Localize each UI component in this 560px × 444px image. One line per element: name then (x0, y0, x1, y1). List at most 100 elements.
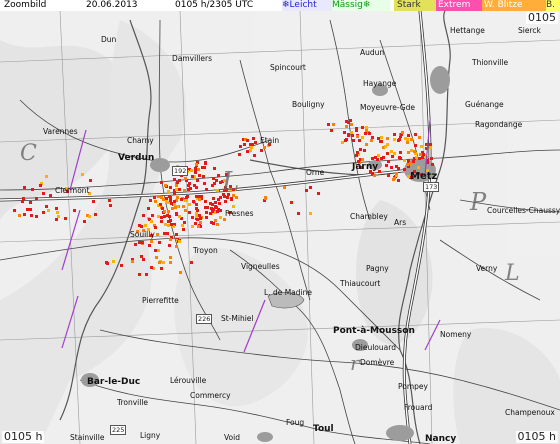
place-label: Varennes (43, 127, 78, 136)
strike-mark (401, 131, 404, 134)
strike-mark (249, 149, 252, 152)
time-stamp-bottom-left: 0105 h (2, 430, 45, 443)
strike-mark (138, 273, 141, 276)
strike-mark (195, 163, 198, 166)
strike-mark (178, 240, 181, 243)
strike-mark (201, 166, 204, 169)
strike-mark (163, 215, 166, 218)
place-label: Pompey (398, 382, 428, 391)
strike-mark (185, 199, 188, 202)
place-label: Guénange (465, 100, 504, 109)
strike-mark (176, 196, 179, 199)
strike-mark (361, 158, 364, 161)
strike-mark (358, 139, 361, 142)
strike-mark (407, 151, 410, 154)
strike-mark (355, 129, 358, 132)
road-number: 192 (172, 166, 189, 176)
strike-mark (169, 199, 172, 202)
strike-mark (181, 224, 184, 227)
strike-mark (199, 221, 202, 224)
strike-mark (290, 201, 293, 204)
strike-mark (430, 157, 433, 160)
strike-mark (178, 215, 181, 218)
place-label: Charny (127, 136, 154, 145)
strike-mark (363, 149, 366, 152)
strike-mark (414, 133, 417, 136)
strike-mark (417, 166, 420, 169)
strike-mark (386, 152, 389, 155)
strike-mark (142, 214, 145, 217)
place-label: Verdun (118, 153, 155, 163)
strike-mark (239, 145, 242, 148)
strike-mark (213, 167, 216, 170)
strike-mark (157, 195, 160, 198)
strike-mark (175, 212, 178, 215)
strike-mark (169, 256, 172, 259)
date-label: 20.06.2013 (86, 0, 138, 10)
strike-mark (327, 123, 330, 126)
strike-mark (150, 266, 153, 269)
strike-mark (169, 219, 172, 222)
strike-mark (134, 243, 137, 246)
strike-mark (392, 178, 395, 181)
strike-mark (49, 194, 52, 197)
strike-mark (205, 211, 208, 214)
strike-mark (198, 214, 201, 217)
strike-mark (173, 200, 176, 203)
strike-mark (182, 228, 185, 231)
road-number: 173 (423, 182, 440, 192)
strike-mark (13, 209, 16, 212)
place-label: Ars (394, 218, 407, 227)
strike-mark (160, 181, 163, 184)
strike-mark (165, 200, 168, 203)
strike-mark (343, 131, 346, 134)
place-label: Ragondange (475, 120, 523, 129)
strike-mark (154, 226, 157, 229)
strike-mark (182, 205, 185, 208)
strike-mark (419, 153, 422, 156)
strike-mark (195, 186, 198, 189)
strike-mark (350, 123, 353, 126)
road-number: 226 (196, 314, 213, 324)
strike-mark (45, 175, 48, 178)
snowflake-icon: ❄ (282, 0, 290, 10)
legend-stark: Stark (394, 0, 437, 11)
strike-mark (175, 245, 178, 248)
place-label: Fresnes (225, 209, 254, 218)
strike-mark (332, 123, 335, 126)
strike-mark (371, 157, 374, 160)
strike-mark (246, 150, 249, 153)
place-label: Courcelles-Chaussy (487, 206, 560, 215)
strike-mark (157, 215, 160, 218)
strike-mark (309, 212, 312, 215)
strike-mark (153, 196, 156, 199)
place-label: Chambley (350, 212, 388, 221)
strike-mark (390, 150, 393, 153)
strike-mark (403, 159, 406, 162)
strike-mark (365, 126, 368, 129)
strike-mark (429, 143, 432, 146)
strike-mark (204, 200, 207, 203)
strike-mark (190, 169, 193, 172)
place-label: Stainville (70, 433, 105, 442)
strike-mark (30, 214, 33, 217)
strike-mark (406, 141, 409, 144)
place-label: Metz (410, 171, 438, 182)
strike-mark (403, 168, 406, 171)
strike-mark (183, 221, 186, 224)
strike-mark (370, 139, 373, 142)
place-label: Damvillers (172, 54, 212, 63)
strike-mark (361, 126, 364, 129)
strike-mark (406, 163, 409, 166)
strike-mark (94, 213, 97, 216)
region-letter-3: P (469, 188, 487, 216)
strike-mark (160, 220, 163, 223)
strike-mark (380, 136, 383, 139)
place-label: Thiaucourt (340, 279, 381, 288)
strike-mark (64, 217, 67, 220)
strike-mark (345, 138, 348, 141)
place-label: Void (224, 433, 240, 442)
strike-mark (199, 217, 202, 220)
strike-mark (190, 261, 193, 264)
strike-mark (414, 144, 417, 147)
